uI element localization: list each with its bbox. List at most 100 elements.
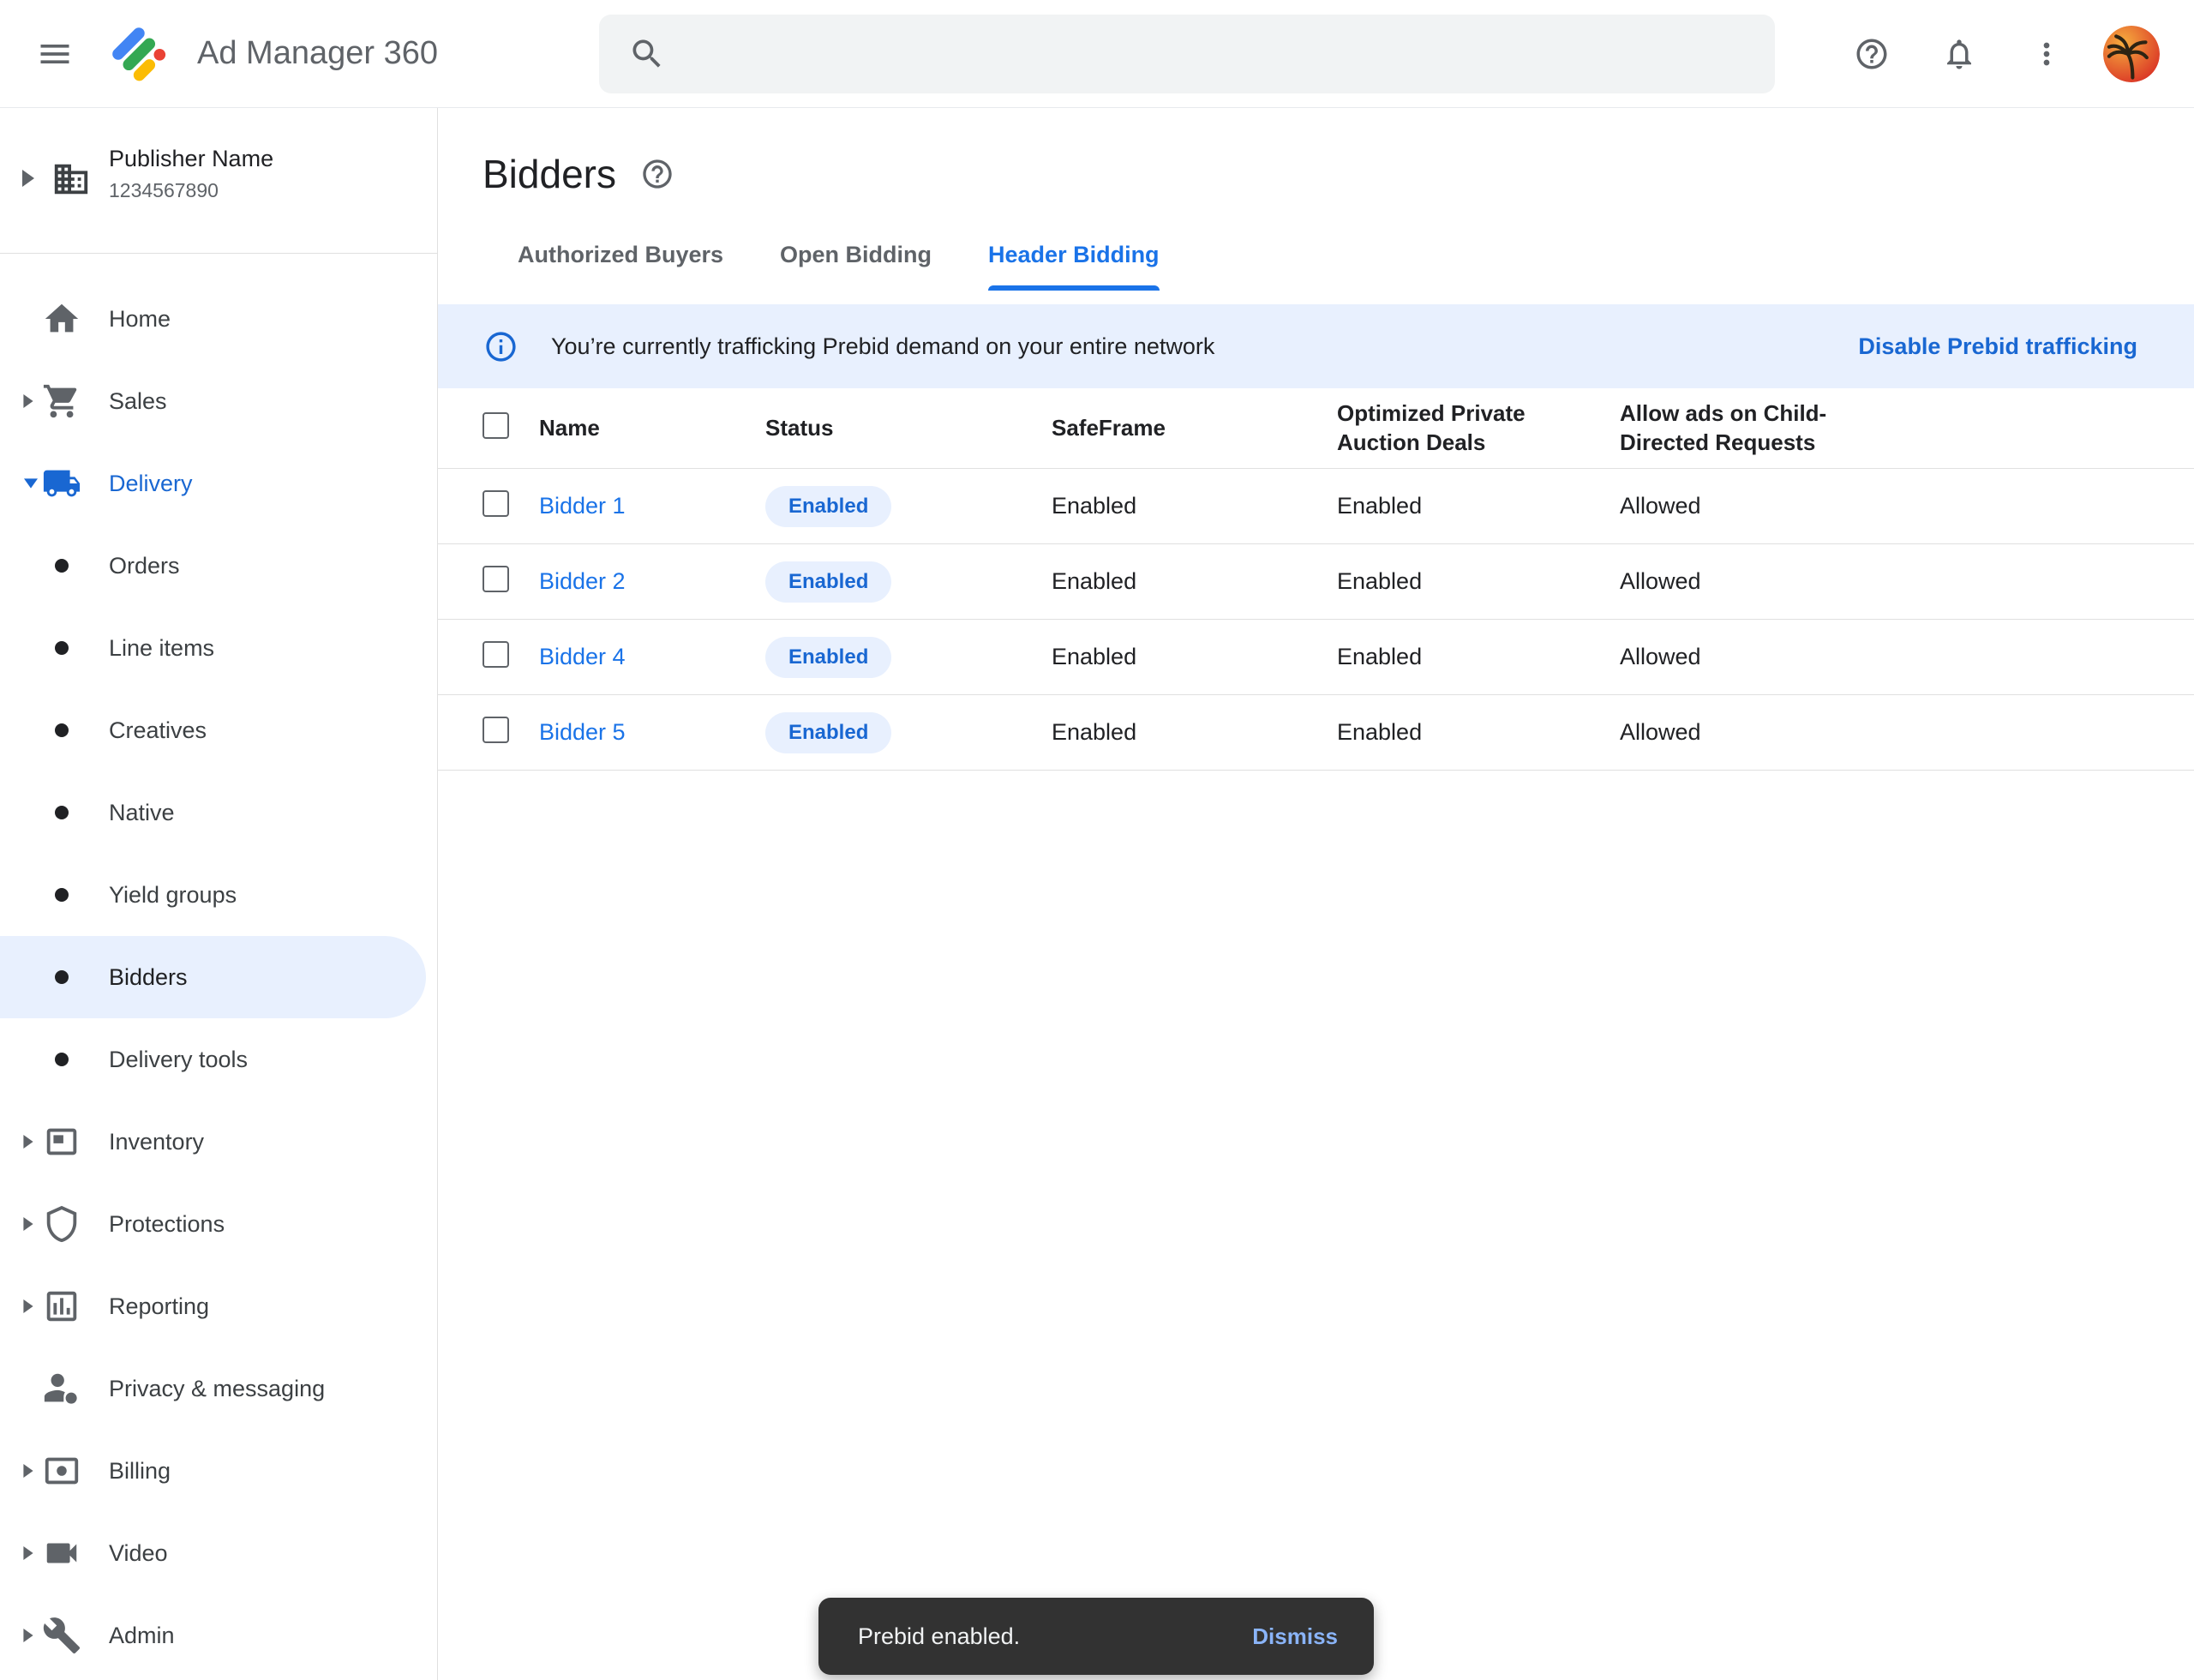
bidder-link[interactable]: Bidder 5 [539,719,765,746]
status-badge: Enabled [765,561,891,603]
sidebar-item-label: Sales [109,388,167,415]
collapse-arrow-icon[interactable] [24,478,38,488]
bullet-icon [55,641,69,655]
menu-icon[interactable] [24,23,86,85]
disable-prebid-trafficking-link[interactable]: Disable Prebid trafficking [1858,333,2137,360]
sidebar-item-creatives[interactable]: Creatives [0,689,437,771]
bidder-link[interactable]: Bidder 2 [539,568,765,595]
sidebar-item-label: Video [109,1540,168,1567]
more-vert-icon[interactable] [2016,23,2077,85]
sidebar: Publisher Name 1234567890 Home Sales Del… [0,108,438,1680]
table-header: Name Status SafeFrame Optimized Private … [438,388,2194,469]
tab-authorized-buyers[interactable]: Authorized Buyers [489,242,752,291]
sidebar-item-native[interactable]: Native [0,771,437,854]
column-header-optimized-private-auction-deals: Optimized Private Auction Deals [1337,399,1594,458]
expand-arrow-icon[interactable] [23,1299,33,1313]
status-badge: Enabled [765,637,891,678]
sidebar-item-label: Orders [109,553,180,579]
sidebar-item-home[interactable]: Home [0,278,437,360]
building-icon [51,159,91,199]
column-header-status: Status [765,414,1052,443]
bidder-link[interactable]: Bidder 4 [539,644,765,670]
wrench-icon [42,1616,81,1655]
shield-icon [42,1204,81,1244]
row-checkbox[interactable] [483,566,509,592]
tab-open-bidding[interactable]: Open Bidding [752,242,960,291]
sidebar-item-orders[interactable]: Orders [0,525,437,607]
optimized-private-auction-deals-cell: Enabled [1337,493,1620,519]
sidebar-item-admin[interactable]: Admin [0,1594,437,1677]
banner-message: You’re currently trafficking Prebid dema… [551,333,1214,360]
row-checkbox[interactable] [483,490,509,517]
sidebar-item-delivery[interactable]: Delivery [0,442,437,525]
sidebar-item-label: Reporting [109,1293,209,1320]
table-row: Bidder 2 Enabled Enabled Enabled Allowed [438,544,2194,620]
billing-icon [42,1451,81,1491]
app-logo[interactable]: Ad Manager 360 [106,21,438,87]
prebid-info-banner: You’re currently trafficking Prebid dema… [438,304,2194,388]
sidebar-item-line-items[interactable]: Line items [0,607,437,689]
app-bar: Ad Manager 360 [0,0,2194,108]
child-directed-cell: Allowed [1620,644,2194,670]
dismiss-button[interactable]: Dismiss [1252,1623,1338,1650]
sidebar-item-billing[interactable]: Billing [0,1430,437,1512]
bullet-icon [55,806,69,819]
sidebar-item-bidders[interactable]: Bidders [0,936,426,1018]
status-badge: Enabled [765,486,891,527]
sidebar-item-privacy-messaging[interactable]: Privacy & messaging [0,1347,437,1430]
optimized-private-auction-deals-cell: Enabled [1337,568,1620,595]
safeframe-cell: Enabled [1052,493,1337,519]
sidebar-item-yield-groups[interactable]: Yield groups [0,854,437,936]
row-checkbox[interactable] [483,717,509,743]
sidebar-item-sales[interactable]: Sales [0,360,437,442]
optimized-private-auction-deals-cell: Enabled [1337,719,1620,746]
sidebar-item-label: Line items [109,635,214,662]
video-camera-icon [42,1533,81,1573]
expand-arrow-icon[interactable] [23,1217,33,1231]
search-input[interactable] [666,15,1775,93]
safeframe-cell: Enabled [1052,568,1337,595]
tab-header-bidding[interactable]: Header Bidding [960,242,1188,291]
search-bar[interactable] [599,15,1775,93]
publisher-info: Publisher Name 1234567890 [109,146,273,202]
column-header-allow-child-directed: Allow ads on Child-Directed Requests [1620,399,1877,458]
expand-arrow-icon [22,170,34,187]
row-checkbox[interactable] [483,641,509,668]
sidebar-item-video[interactable]: Video [0,1512,437,1594]
expand-arrow-icon[interactable] [23,1464,33,1478]
help-icon[interactable] [1841,23,1903,85]
sidebar-item-label: Bidders [109,964,188,991]
tab-bar: Authorized Buyers Open Bidding Header Bi… [489,242,2194,291]
snackbar: Prebid enabled. Dismiss [818,1598,1374,1675]
sidebar-item-label: Inventory [109,1129,204,1155]
sidebar-item-label: Yield groups [109,882,237,909]
safeframe-cell: Enabled [1052,644,1337,670]
help-circle-icon[interactable] [640,157,674,191]
sidebar-item-inventory[interactable]: Inventory [0,1101,437,1183]
optimized-private-auction-deals-cell: Enabled [1337,644,1620,670]
sidebar-item-protections[interactable]: Protections [0,1183,437,1265]
info-icon [483,329,519,364]
expand-arrow-icon[interactable] [23,1629,33,1642]
notifications-icon[interactable] [1928,23,1990,85]
select-all-checkbox[interactable] [483,412,509,439]
sidebar-item-reporting[interactable]: Reporting [0,1265,437,1347]
sidebar-item-label: Delivery [109,471,193,497]
search-icon [628,35,666,73]
publisher-selector[interactable]: Publisher Name 1234567890 [0,108,437,254]
page-title: Bidders [483,151,616,197]
expand-arrow-icon[interactable] [23,394,33,408]
sidebar-item-delivery-tools[interactable]: Delivery tools [0,1018,437,1101]
expand-arrow-icon[interactable] [23,1546,33,1560]
truck-icon [42,464,81,503]
inventory-icon [42,1122,81,1161]
avatar[interactable] [2103,26,2160,82]
sidebar-item-label: Delivery tools [109,1047,248,1073]
sidebar-item-label: Billing [109,1458,171,1485]
bidder-link[interactable]: Bidder 1 [539,493,765,519]
publisher-name: Publisher Name [109,146,273,172]
expand-arrow-icon[interactable] [23,1135,33,1149]
table-row: Bidder 1 Enabled Enabled Enabled Allowed [438,469,2194,544]
child-directed-cell: Allowed [1620,719,2194,746]
column-header-safeframe: SafeFrame [1052,414,1337,443]
